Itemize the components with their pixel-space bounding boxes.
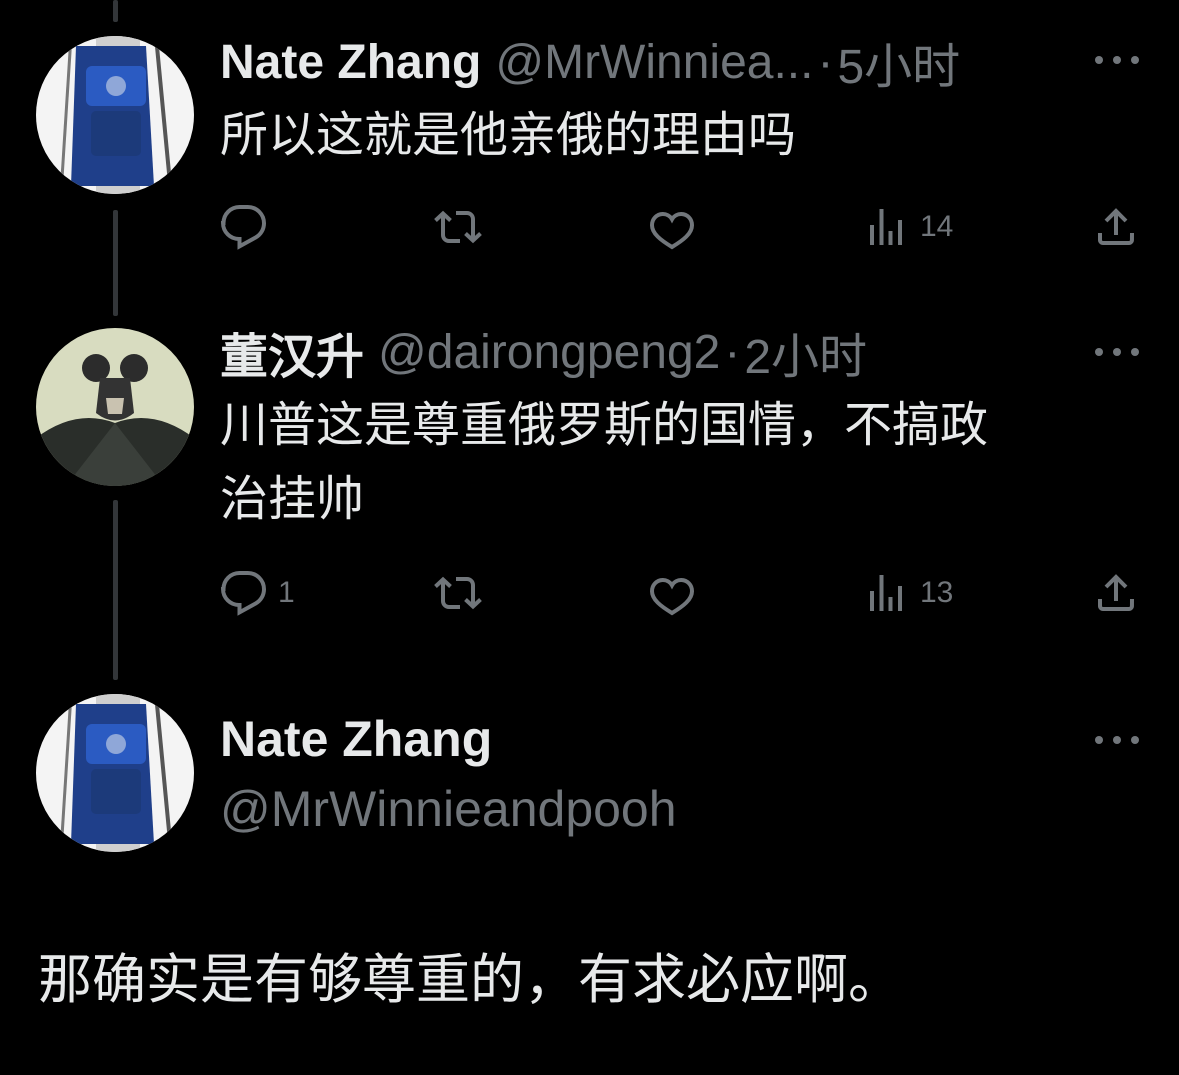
main-tweet-text: 那确实是有够尊重的，有求必应啊。 [38, 948, 902, 1011]
views-count: 13 [920, 576, 954, 609]
more-options-icon[interactable] [1095, 50, 1139, 70]
retweet-icon [434, 576, 482, 610]
tweet-text: 所以这就是他亲俄的理由吗 [220, 107, 797, 163]
more-options-icon[interactable] [1095, 342, 1139, 362]
reply-tweet-1[interactable]: Nate Zhang @MrWinniea... · 5小时 所以这就是他亲俄的… [0, 0, 1179, 300]
like-button[interactable] [648, 202, 706, 252]
action-bar: 1 13 [220, 568, 1140, 618]
views-icon [870, 575, 902, 611]
retweet-icon [434, 210, 482, 244]
batman-mouse-avatar-icon [36, 328, 194, 486]
timestamp[interactable]: 5小时 [837, 27, 960, 97]
reply-button[interactable] [220, 202, 278, 252]
more-options-icon[interactable] [1095, 730, 1139, 750]
reply-icon [221, 205, 267, 250]
author-handle[interactable]: @MrWinniea... [495, 35, 813, 90]
tweet-header: Nate Zhang @MrWinniea... · 5小时 [220, 32, 960, 95]
avatar[interactable] [36, 694, 194, 852]
retweet-button[interactable] [434, 568, 492, 618]
timestamp[interactable]: 2小时 [744, 317, 867, 387]
separator: · [817, 35, 834, 89]
reply-button[interactable]: 1 [220, 568, 295, 618]
author-name[interactable]: 董汉升 [220, 317, 364, 387]
tweet-text-line: 川普这是尊重俄罗斯的国情，不搞政 [220, 397, 989, 453]
share-button[interactable] [1092, 568, 1140, 618]
heart-icon [649, 212, 695, 250]
like-button[interactable] [648, 568, 706, 618]
avatar[interactable] [36, 36, 194, 194]
stroller-avatar-icon [36, 694, 194, 852]
heart-icon [649, 578, 695, 616]
views-button[interactable]: 14 [862, 202, 953, 252]
tweet-text-line: 治挂帅 [220, 471, 365, 527]
reply-count: 1 [278, 576, 295, 609]
reply-tweet-2[interactable]: 董汉升 @dairongpeng2 · 2小时 川普这是尊重俄罗斯的国情，不搞政… [0, 320, 1179, 660]
author-handle[interactable]: @dairongpeng2 [378, 325, 720, 380]
stroller-avatar-icon [36, 36, 194, 194]
views-icon [870, 209, 902, 245]
views-count: 14 [920, 210, 954, 243]
tweet-text: 川普这是尊重俄罗斯的国情，不搞政 治挂帅 [220, 388, 988, 536]
author-handle[interactable]: @MrWinnieandpooh [220, 780, 677, 838]
separator: · [724, 325, 741, 379]
author-name[interactable]: Nate Zhang [220, 710, 492, 768]
tweet-header: 董汉升 @dairongpeng2 · 2小时 [220, 322, 867, 386]
author-name[interactable]: Nate Zhang [220, 35, 481, 90]
retweet-button[interactable] [434, 202, 492, 252]
share-icon [1098, 208, 1134, 245]
share-icon [1098, 574, 1134, 611]
reply-icon [221, 571, 267, 616]
action-bar: 14 [220, 202, 1140, 252]
views-button[interactable]: 13 [862, 568, 953, 618]
avatar[interactable] [36, 328, 194, 486]
share-button[interactable] [1092, 202, 1140, 252]
